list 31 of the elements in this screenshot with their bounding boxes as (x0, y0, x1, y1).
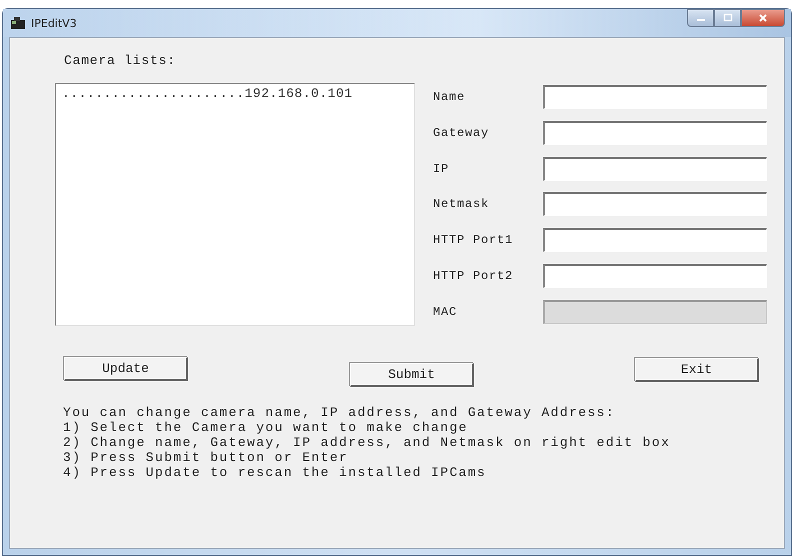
maximize-icon (722, 13, 732, 23)
field-label: Gateway (433, 126, 490, 140)
input-field[interactable] (543, 228, 767, 252)
submit-button[interactable]: Submit (350, 363, 474, 387)
instruction-text: 1) Select the Camera you want to make change (63, 420, 469, 435)
close-button[interactable] (741, 9, 785, 27)
instruction-text: 4) Press Update to rescan the installed IPCams (63, 465, 488, 480)
camera-list-item[interactable]: ......................192.168.0.101 (56, 84, 414, 101)
input-field[interactable] (543, 84, 767, 109)
input-field[interactable] (543, 120, 767, 145)
list-label: Camera lists: (64, 53, 177, 68)
exit-button[interactable]: Exit (635, 358, 759, 382)
update-button[interactable]: Update (64, 357, 188, 381)
input-field[interactable] (543, 264, 767, 288)
instruction-text: 3) Press Submit button or Enter (63, 450, 350, 465)
field-label: MAC (433, 305, 458, 320)
field-label: HTTP Port2 (433, 269, 514, 284)
camera-icon (11, 17, 27, 29)
instruction-text: You can change camera name, IP address, and Gateway Address: (63, 405, 616, 420)
minimize-button[interactable] (687, 9, 714, 27)
instruction-text: 2) Change name, Gateway, IP address, and Netmask on right edit box (63, 435, 672, 450)
camera-list[interactable]: ......................192.168.0.101 (55, 83, 415, 326)
field-label: Name (433, 90, 466, 104)
close-icon (758, 13, 768, 23)
maximize-button[interactable] (714, 9, 741, 27)
field-label: IP (433, 162, 450, 176)
field-label: HTTP Port1 (433, 233, 514, 248)
input-field[interactable] (543, 192, 767, 216)
input-field[interactable] (543, 156, 767, 181)
field-label: Netmask (433, 197, 490, 212)
window-title: IPEditV3 (31, 16, 77, 30)
